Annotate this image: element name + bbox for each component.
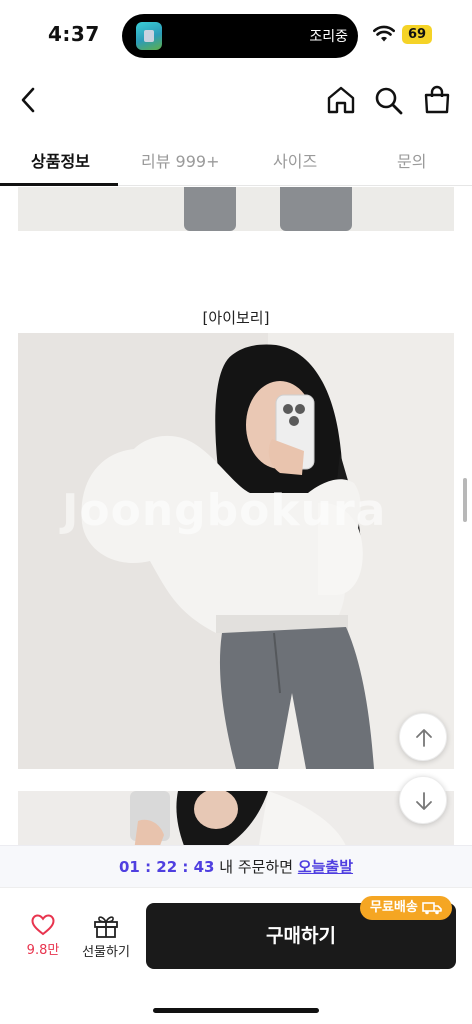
purchase-bar: 9.8만 선물하기 구매하기 무료배송 (0, 887, 472, 1024)
scroll-top-button[interactable] (399, 713, 447, 761)
watermark: Joongbokura (62, 485, 387, 536)
product-tabs: 상품정보 리뷰 999+ 사이즈 문의 (0, 138, 472, 186)
wifi-icon (373, 25, 395, 42)
gift-button[interactable]: 선물하기 (76, 914, 136, 962)
dynamic-island[interactable]: 조리중 (122, 14, 358, 58)
tab-size[interactable]: 사이즈 (273, 148, 317, 172)
like-count: 9.8만 (26, 943, 60, 958)
home-indicator[interactable] (153, 1008, 319, 1013)
color-caption: [아이보리] (202, 309, 270, 327)
arrow-down-icon (416, 792, 432, 810)
like-button[interactable]: 9.8만 (20, 914, 66, 962)
app-icon (136, 22, 162, 50)
gift-icon (94, 916, 118, 938)
scroll-indicator[interactable] (463, 478, 467, 522)
scroll-bottom-button[interactable] (399, 776, 447, 824)
banner-text: 내 주문하면 (214, 858, 298, 876)
live-activity-label: 조리중 (309, 29, 348, 45)
search-icon[interactable] (374, 86, 404, 116)
today-ship-link[interactable]: 오늘출발 (298, 858, 353, 876)
nav-bar (0, 72, 472, 130)
tab-inquiry[interactable]: 문의 (397, 148, 426, 172)
back-icon[interactable] (16, 86, 42, 114)
product-photo-next (18, 791, 454, 845)
gift-label: 선물하기 (82, 945, 130, 960)
active-tab-indicator (0, 183, 118, 186)
tab-reviews[interactable]: 리뷰 999+ (141, 148, 219, 172)
countdown-timer: 01 : 22 : 43 (118, 858, 215, 876)
battery-indicator: 69 (402, 25, 432, 44)
home-icon[interactable] (326, 86, 356, 114)
arrow-up-icon (416, 729, 432, 747)
status-bar: 4:37 조리중 69 (0, 0, 472, 70)
product-photo (18, 187, 454, 231)
free-shipping-badge: 무료배송 (360, 896, 452, 920)
heart-icon (31, 914, 55, 936)
truck-icon (422, 901, 442, 914)
shopping-bag-icon[interactable] (422, 85, 452, 115)
product-photo-ivory: Joongbokura (18, 333, 454, 769)
tab-product-info[interactable]: 상품정보 (31, 148, 90, 172)
free-shipping-label: 무료배송 (370, 900, 418, 915)
status-time: 4:37 (48, 22, 100, 46)
delivery-banner: 01 : 22 : 43 내 주문하면 오늘출발 (0, 845, 472, 887)
